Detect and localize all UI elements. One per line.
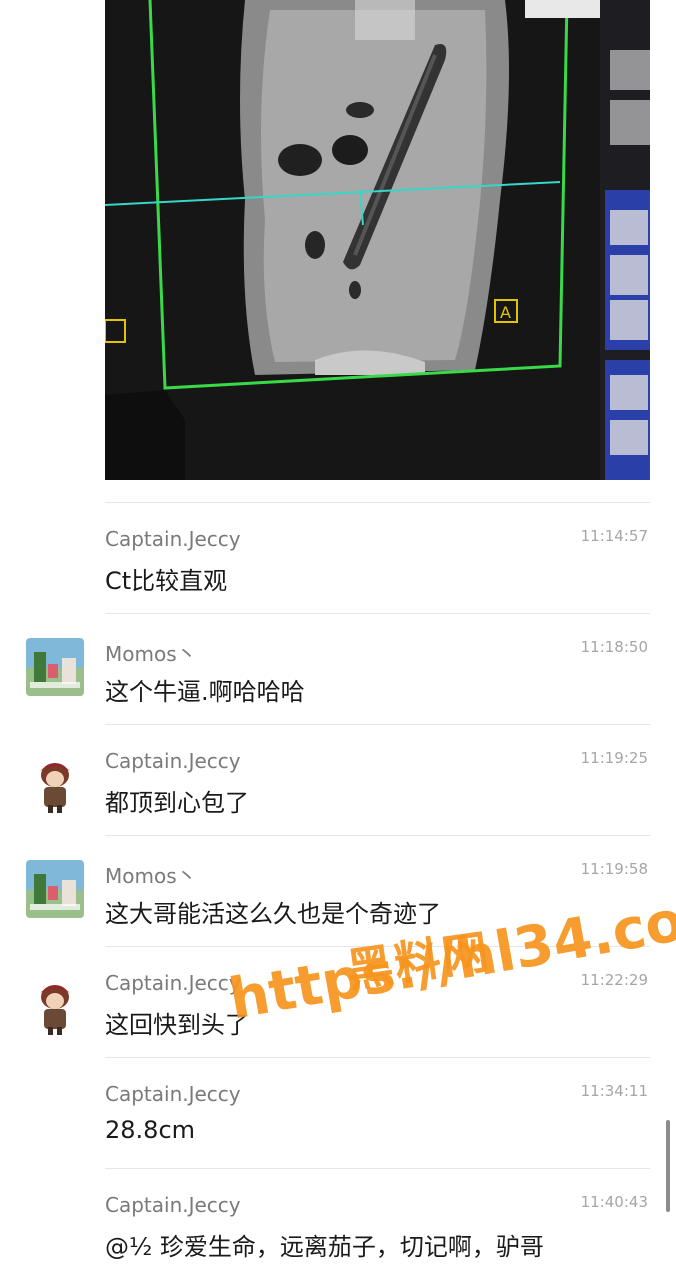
message-text: 这大哥能活这么久也是个奇迹了 bbox=[105, 900, 441, 928]
message-item[interactable]: Momos丶 11:18:50 这个牛逼.啊哈哈哈 bbox=[0, 614, 676, 724]
message-item[interactable]: Captain.Jeccy 11:19:25 都顶到心包了 bbox=[0, 725, 676, 835]
sender-name[interactable]: Captain.Jeccy bbox=[105, 971, 241, 995]
message-time: 11:19:25 bbox=[580, 749, 648, 767]
message-item[interactable]: Captain.Jeccy 11:22:29 这回快到头了 bbox=[0, 947, 676, 1057]
message-text: 这个牛逼.啊哈哈哈 bbox=[105, 678, 305, 706]
message-item[interactable]: Captain.Jeccy 11:34:11 28.8cm bbox=[0, 1058, 676, 1168]
sender-name[interactable]: Captain.Jeccy bbox=[105, 1082, 241, 1106]
message-time: 11:14:57 bbox=[580, 527, 648, 545]
sender-name[interactable]: Momos丶 bbox=[105, 860, 197, 889]
message-time: 11:19:58 bbox=[580, 860, 648, 878]
landscape-avatar[interactable] bbox=[26, 638, 84, 696]
message-time: 11:18:50 bbox=[580, 638, 648, 656]
message-item[interactable]: Captain.Jeccy 11:14:57 Ct比较直观 bbox=[0, 503, 676, 613]
sender-name[interactable]: Captain.Jeccy bbox=[105, 1193, 241, 1217]
message-text: @½ 珍爱生命，远离茄子，切记啊，驴哥 bbox=[105, 1233, 544, 1261]
landscape-avatar[interactable] bbox=[26, 860, 84, 918]
sender-name[interactable]: Momos丶 bbox=[105, 638, 197, 667]
message-item[interactable]: Momos丶 11:19:58 这大哥能活这么久也是个奇迹了 bbox=[0, 836, 676, 946]
sender-name[interactable]: Captain.Jeccy bbox=[105, 527, 241, 551]
ct-scan-image[interactable]: A bbox=[105, 0, 650, 480]
message-item[interactable]: Captain.Jeccy 11:40:43 @½ 珍爱生命，远离茄子，切记啊，… bbox=[0, 1169, 676, 1279]
message-time: 11:40:43 bbox=[580, 1193, 648, 1211]
message-text: Ct比较直观 bbox=[105, 567, 228, 595]
message-text: 28.8cm bbox=[105, 1116, 196, 1144]
message-text: 这回快到头了 bbox=[105, 1011, 249, 1039]
svg-text:A: A bbox=[500, 303, 511, 322]
scrollbar[interactable] bbox=[666, 1120, 670, 1212]
message-time: 11:22:29 bbox=[580, 971, 648, 989]
sender-name[interactable]: Captain.Jeccy bbox=[105, 749, 241, 773]
message-time: 11:34:11 bbox=[580, 1082, 648, 1100]
message-text: 都顶到心包了 bbox=[105, 789, 249, 817]
pirate-avatar[interactable] bbox=[26, 977, 84, 1035]
pirate-avatar[interactable] bbox=[26, 755, 84, 813]
